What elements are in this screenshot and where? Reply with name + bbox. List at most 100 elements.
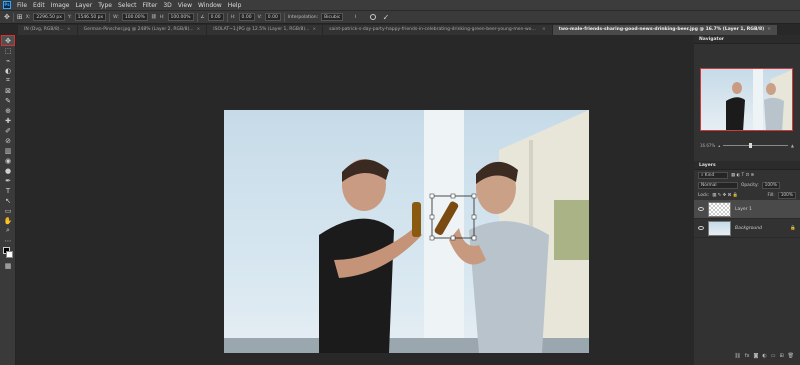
- lock-icons[interactable]: ▦ ✎ ✥ ⊠ 🔒: [712, 193, 738, 198]
- transform-handle[interactable]: [471, 193, 477, 199]
- visibility-eye-icon[interactable]: [698, 207, 704, 211]
- height-field[interactable]: 100.00%: [167, 13, 194, 21]
- close-icon[interactable]: ×: [197, 25, 201, 35]
- layer-name[interactable]: Layer 1: [735, 207, 752, 212]
- fill-field[interactable]: 100%: [777, 191, 796, 199]
- lock-label: Lock:: [698, 192, 710, 198]
- menu-view[interactable]: View: [175, 2, 195, 9]
- navigator-preview: [726, 69, 792, 130]
- shape-tool-icon[interactable]: ▭: [2, 206, 14, 215]
- menu-bar: Ps File Edit Image Layer Type Select Fil…: [0, 0, 800, 10]
- menu-file[interactable]: File: [14, 2, 30, 9]
- menu-3d[interactable]: 3D: [160, 2, 174, 9]
- zoom-slider[interactable]: [723, 142, 788, 148]
- trash-icon[interactable]: 🗑: [788, 353, 794, 359]
- h-skew-field[interactable]: 0.00: [238, 13, 255, 21]
- healing-tool-icon[interactable]: ⊕: [2, 106, 14, 115]
- hand-tool-icon[interactable]: ✋: [2, 216, 14, 225]
- clone-stamp-tool-icon[interactable]: ✐: [2, 126, 14, 135]
- transform-handle[interactable]: [450, 193, 456, 199]
- link-layers-icon[interactable]: ⛓: [734, 353, 740, 359]
- menu-help[interactable]: Help: [225, 2, 245, 9]
- interpolation-select[interactable]: Bicubic: [321, 13, 344, 21]
- zoom-slider-knob[interactable]: [749, 142, 753, 148]
- transform-handle[interactable]: [429, 235, 435, 241]
- menu-window[interactable]: Window: [195, 2, 225, 9]
- v-skew-field[interactable]: 0.00: [264, 13, 281, 21]
- marquee-tool-icon[interactable]: ⬚: [2, 46, 14, 55]
- transform-handle[interactable]: [471, 214, 477, 220]
- frame-tool-icon[interactable]: ⊠: [2, 86, 14, 95]
- transform-handle[interactable]: [429, 193, 435, 199]
- width-field[interactable]: 100.00%: [121, 13, 148, 21]
- document-tab[interactable]: saint-patrick-s-day-party-happy-friends-…: [323, 25, 553, 35]
- group-icon[interactable]: ▭: [771, 353, 776, 359]
- document-tab-active[interactable]: two-male-friends-sharing-good-news-drink…: [552, 25, 778, 35]
- document-tab[interactable]: IN (Dvg, RGB/8)... ×: [18, 25, 78, 35]
- color-swatches-icon[interactable]: [2, 246, 14, 260]
- filter-icons[interactable]: ▦ ◐ T ⊡ ⊕: [731, 173, 754, 178]
- warp-icon[interactable]: ⌇: [354, 15, 356, 20]
- opacity-field[interactable]: 100%: [761, 181, 780, 189]
- menu-edit[interactable]: Edit: [30, 2, 48, 9]
- move-tool-icon[interactable]: ✥: [1, 35, 15, 46]
- crop-tool-icon[interactable]: ⌗: [2, 76, 14, 85]
- quick-mask-icon[interactable]: ▦: [2, 261, 14, 270]
- layer-name[interactable]: Background: [735, 226, 762, 231]
- layer-row-layer-1[interactable]: Layer 1: [694, 200, 800, 219]
- menu-filter[interactable]: Filter: [140, 2, 161, 9]
- document-tab[interactable]: ISOLAT~1.JPG @ 12.5% (Layer 1, RGB/8)...…: [207, 25, 324, 35]
- link-icon[interactable]: ⛓: [151, 15, 157, 20]
- background-color-icon[interactable]: [6, 251, 13, 258]
- kind-filter-select[interactable]: ⌕ Kind: [698, 171, 728, 179]
- eraser-tool-icon[interactable]: ▥: [2, 146, 14, 155]
- menu-image[interactable]: Image: [48, 2, 73, 9]
- close-icon[interactable]: ×: [542, 25, 546, 35]
- reference-point-icon[interactable]: ⊞: [17, 13, 23, 21]
- cancel-transform-icon[interactable]: [369, 14, 376, 20]
- menu-layer[interactable]: Layer: [72, 2, 95, 9]
- quick-select-tool-icon[interactable]: ◐: [2, 66, 14, 75]
- layers-panel-title[interactable]: Layers: [694, 161, 800, 170]
- transform-handle[interactable]: [429, 214, 435, 220]
- x-field[interactable]: 2296.50 px: [33, 13, 65, 21]
- gradient-tool-icon[interactable]: ◉: [2, 156, 14, 165]
- zoom-out-icon[interactable]: ▴: [718, 143, 720, 148]
- zoom-in-icon[interactable]: ▲: [791, 143, 794, 148]
- path-select-tool-icon[interactable]: ↖: [2, 196, 14, 205]
- history-brush-tool-icon[interactable]: ⊘: [2, 136, 14, 145]
- eyedropper-tool-icon[interactable]: ✎: [2, 96, 14, 105]
- close-icon[interactable]: ×: [67, 25, 71, 35]
- close-icon[interactable]: ×: [767, 25, 771, 35]
- document-tab[interactable]: German-Pinscher.jpg @ 248% (Layer 2, RGB…: [78, 25, 208, 35]
- new-layer-icon[interactable]: ⊞: [779, 353, 783, 359]
- mask-icon[interactable]: ◙: [753, 353, 758, 359]
- angle-field[interactable]: 0.00: [207, 13, 224, 21]
- pen-tool-icon[interactable]: ✒: [2, 176, 14, 185]
- navigator-thumbnail[interactable]: [700, 68, 793, 131]
- adjustment-icon[interactable]: ◐: [762, 353, 766, 359]
- visibility-eye-icon[interactable]: [698, 226, 704, 230]
- menu-select[interactable]: Select: [115, 2, 140, 9]
- blur-tool-icon[interactable]: ●: [2, 166, 14, 175]
- commit-transform-icon[interactable]: ✓: [383, 13, 390, 22]
- zoom-tool-icon[interactable]: ⌕: [2, 226, 14, 235]
- blend-mode-select[interactable]: Normal: [698, 181, 738, 189]
- close-icon[interactable]: ×: [312, 25, 316, 35]
- type-tool-icon[interactable]: T: [2, 186, 14, 195]
- navigator-panel-title[interactable]: Navigator: [694, 35, 800, 44]
- more-tools-icon[interactable]: ⋯: [2, 236, 14, 245]
- document-canvas-image[interactable]: [224, 110, 589, 353]
- transform-handle[interactable]: [471, 235, 477, 241]
- kind-label: Kind: [704, 172, 715, 178]
- transform-handle[interactable]: [450, 235, 456, 241]
- layer-row-background[interactable]: Background 🔒: [694, 219, 800, 238]
- brush-tool-icon[interactable]: ✚: [2, 116, 14, 125]
- y-field[interactable]: 1546.50 px: [74, 13, 107, 21]
- lasso-tool-icon[interactable]: ⌁: [2, 56, 14, 65]
- zoom-value[interactable]: 16.67%: [700, 143, 715, 148]
- divider: [283, 12, 285, 22]
- menu-type[interactable]: Type: [95, 2, 115, 9]
- tab-label: ISOLAT~1.JPG @ 12.5% (Layer 1, RGB/8)...: [213, 27, 310, 32]
- fx-icon[interactable]: fx: [745, 353, 750, 359]
